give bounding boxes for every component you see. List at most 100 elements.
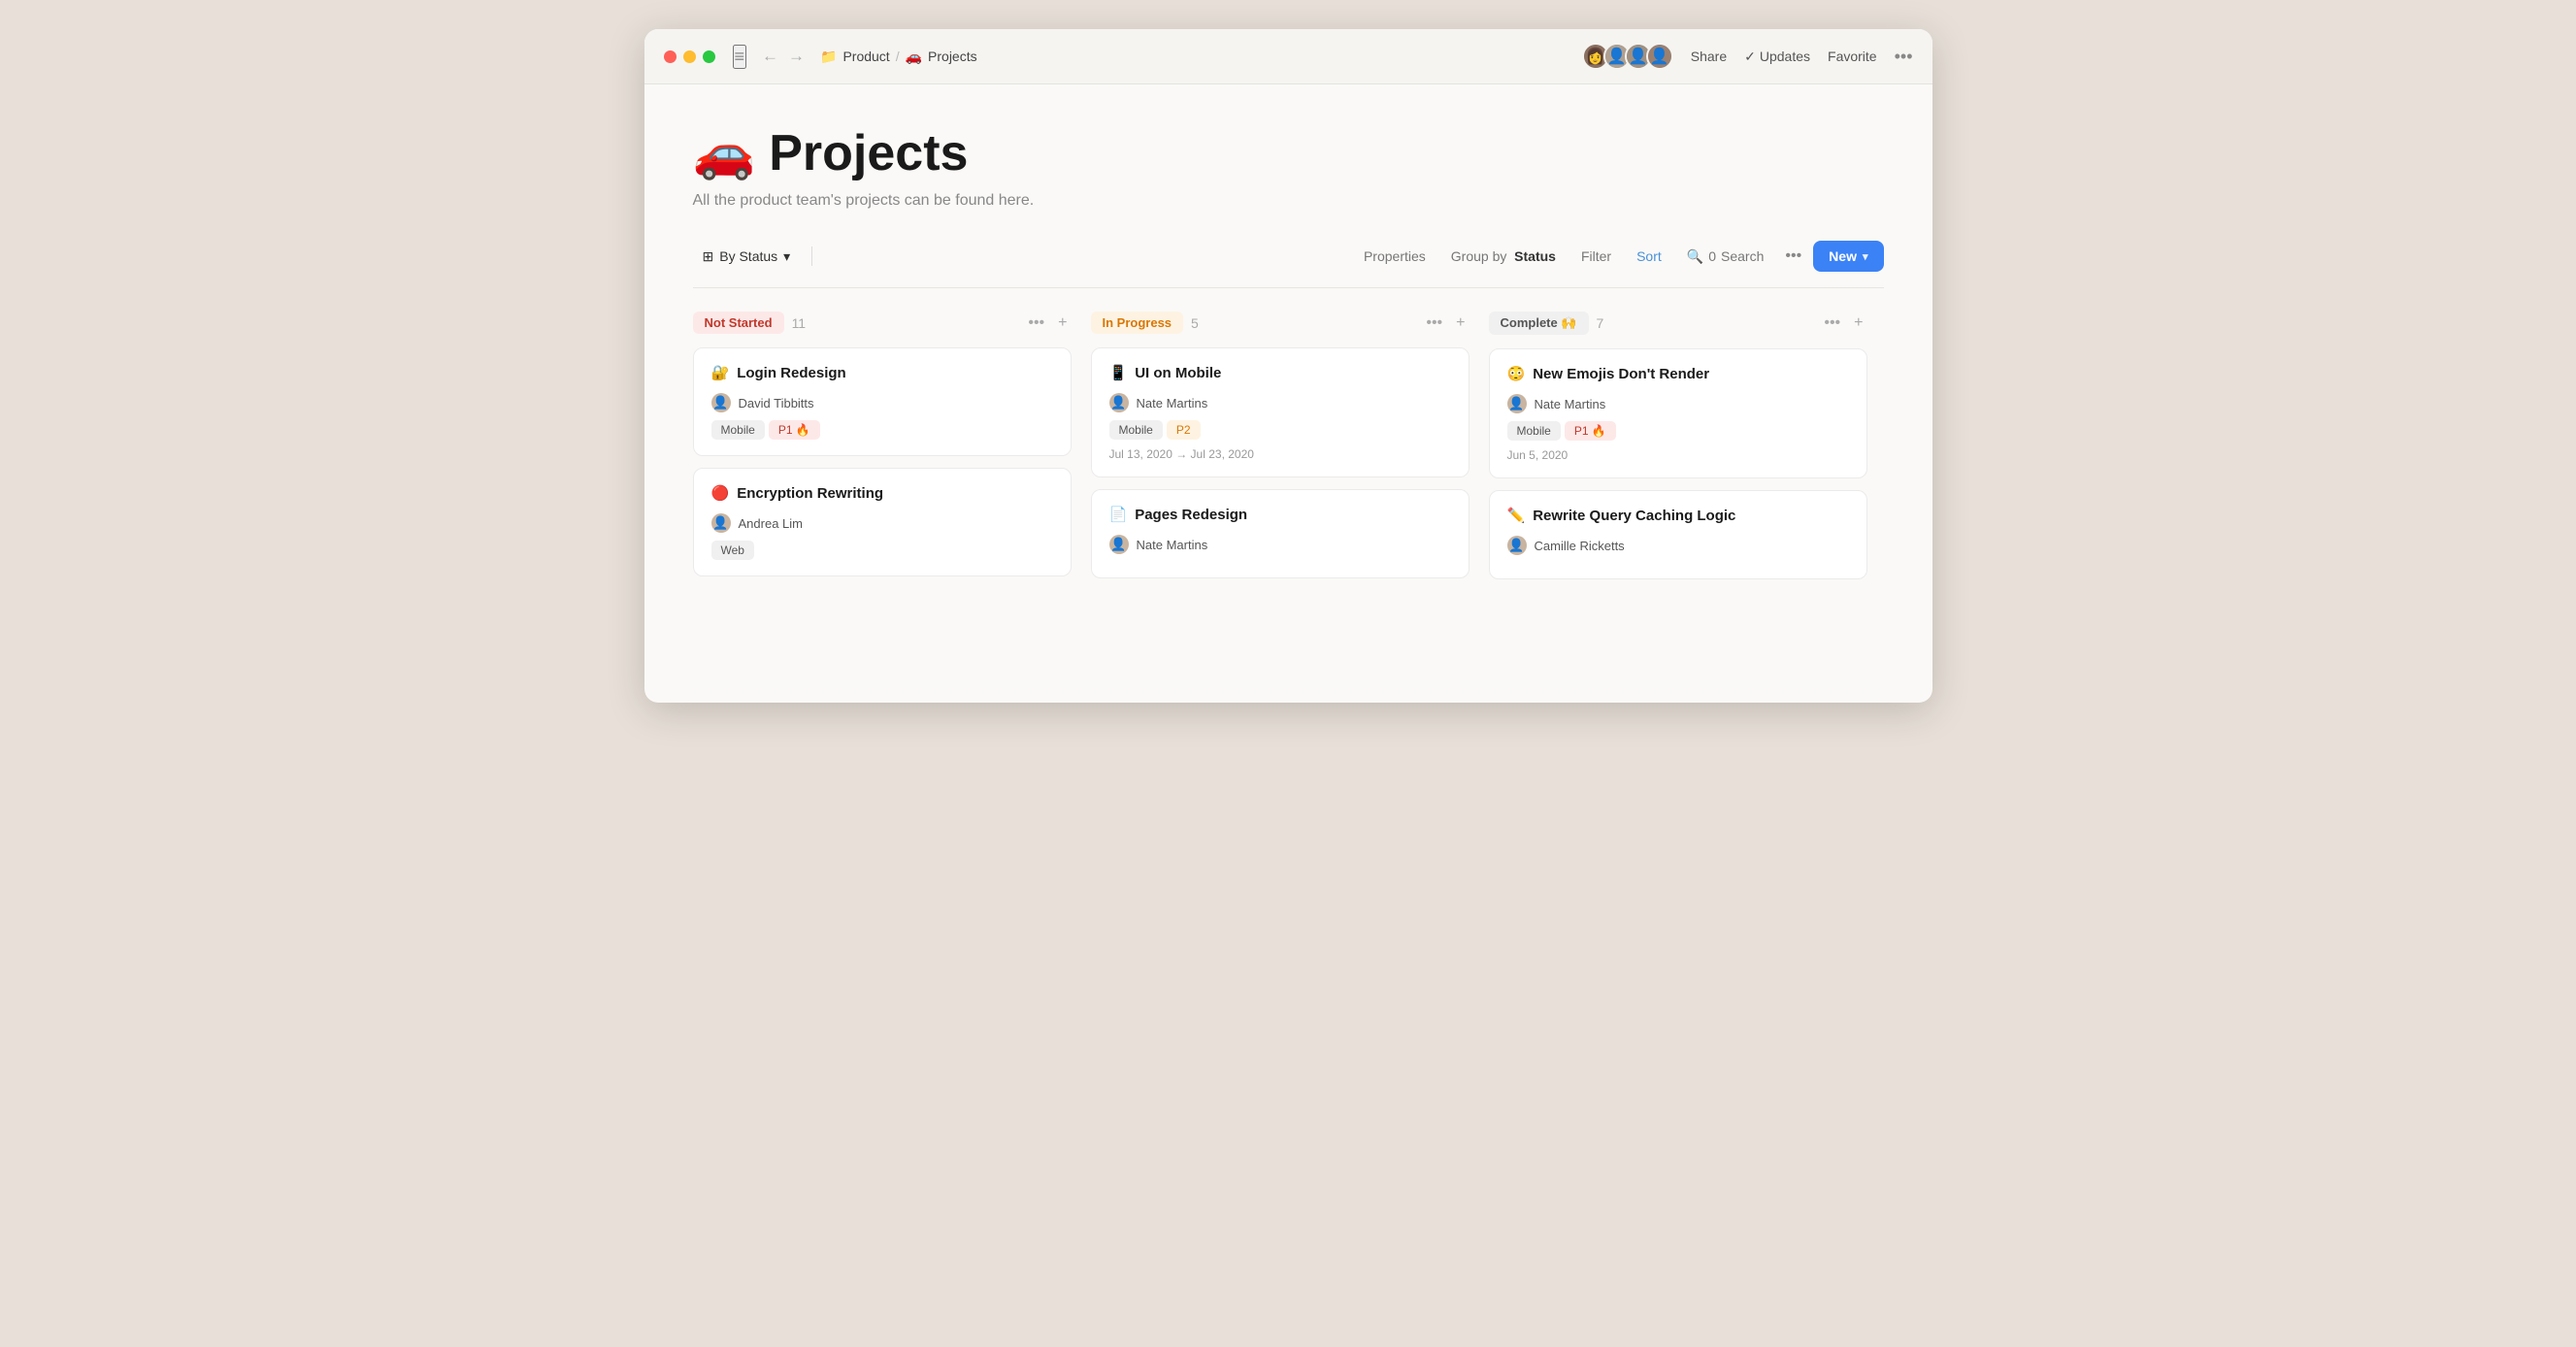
card-icon: 😳: [1507, 365, 1526, 382]
properties-button[interactable]: Properties: [1354, 243, 1436, 270]
search-icon: 🔍: [1687, 248, 1703, 265]
sort-label: Sort: [1636, 248, 1662, 264]
column-header-in-progress: In Progress 5 ••• +: [1091, 312, 1470, 334]
forward-button[interactable]: →: [786, 47, 807, 66]
column-more-button-not-started[interactable]: •••: [1024, 312, 1048, 334]
new-button-chevron: ▾: [1863, 250, 1868, 263]
board: Not Started 11 ••• + 🔐 Login Redesign 👤 …: [693, 312, 1884, 591]
chevron-down-icon: ▾: [783, 248, 790, 265]
card-icon: 🔴: [711, 484, 730, 502]
sort-button[interactable]: Sort: [1627, 243, 1671, 270]
card-date: Jul 13, 2020 → Jul 23, 2020: [1109, 447, 1451, 461]
column-count-in-progress: 5: [1191, 315, 1199, 331]
card-date: Jun 5, 2020: [1507, 448, 1849, 462]
column-actions-complete: ••• +: [1820, 312, 1866, 334]
card-avatar: 👤: [1507, 394, 1527, 413]
card-in-progress-1[interactable]: 📄 Pages Redesign 👤 Nate Martins: [1091, 489, 1470, 578]
more-options-button[interactable]: •••: [1895, 47, 1913, 67]
traffic-lights: [664, 50, 715, 63]
card-meta: 👤 Nate Martins: [1109, 393, 1451, 412]
column-add-button-complete[interactable]: +: [1850, 312, 1866, 334]
card-title-text: Rewrite Query Caching Logic: [1533, 508, 1735, 524]
search-button[interactable]: 🔍 0 Search: [1677, 243, 1774, 271]
share-button[interactable]: Share: [1691, 49, 1727, 64]
card-not-started-1[interactable]: 🔴 Encryption Rewriting 👤 Andrea Lim Web: [693, 468, 1072, 576]
card-not-started-0[interactable]: 🔐 Login Redesign 👤 David Tibbitts Mobile…: [693, 347, 1072, 456]
view-selector-icon: ⊞: [703, 248, 714, 265]
card-avatar: 👤: [1507, 536, 1527, 555]
tag: P1 🔥: [1565, 421, 1616, 441]
page-icon: 🚗: [693, 123, 756, 182]
breadcrumb-projects-label[interactable]: Projects: [928, 49, 977, 64]
group-by-button[interactable]: Group by Status: [1441, 243, 1566, 270]
card-meta: 👤 Camille Ricketts: [1507, 536, 1849, 555]
column-header-complete: Complete 🙌 7 ••• +: [1489, 312, 1867, 335]
page-subtitle: All the product team's projects can be f…: [693, 192, 1884, 210]
status-badge-in-progress: In Progress: [1091, 312, 1184, 334]
avatar-4: 👤: [1646, 43, 1673, 70]
column-add-button-in-progress[interactable]: +: [1452, 312, 1469, 334]
card-in-progress-0[interactable]: 📱 UI on Mobile 👤 Nate Martins MobileP2 J…: [1091, 347, 1470, 477]
column-count-not-started: 11: [792, 315, 807, 331]
card-complete-0[interactable]: 😳 New Emojis Don't Render 👤 Nate Martins…: [1489, 348, 1867, 478]
back-button[interactable]: ←: [760, 47, 780, 66]
card-title: ✏️ Rewrite Query Caching Logic: [1507, 507, 1736, 524]
close-button[interactable]: [664, 50, 677, 63]
titlebar-right: 👩 👤 👤 👤 Share ✓ Updates Favor: [1582, 43, 1913, 70]
view-selector-label: By Status: [719, 248, 777, 264]
view-selector-button[interactable]: ⊞ By Status ▾: [693, 243, 801, 271]
card-avatar: 👤: [1109, 535, 1129, 554]
tag: Web: [711, 541, 754, 560]
column-more-button-in-progress[interactable]: •••: [1422, 312, 1446, 334]
card-title: 🔐 Login Redesign: [711, 364, 846, 381]
column-in-progress: In Progress 5 ••• + 📱 UI on Mobile 👤 Nat…: [1091, 312, 1470, 591]
filter-button[interactable]: Filter: [1571, 243, 1621, 270]
card-title: 😳 New Emojis Don't Render: [1507, 365, 1710, 382]
maximize-button[interactable]: [703, 50, 715, 63]
column-actions-in-progress: ••• +: [1422, 312, 1469, 334]
card-header-row: ✏️ Rewrite Query Caching Logic •••: [1507, 507, 1849, 536]
card-person: Nate Martins: [1137, 396, 1208, 411]
card-tags: MobileP1 🔥: [1507, 421, 1849, 441]
nav-arrows: ← →: [760, 47, 807, 66]
column-not-started: Not Started 11 ••• + 🔐 Login Redesign 👤 …: [693, 312, 1072, 591]
updates-label: Updates: [1760, 49, 1810, 64]
card-tags: MobileP2: [1109, 420, 1451, 440]
column-complete: Complete 🙌 7 ••• + 😳 New Emojis Don't Re…: [1489, 312, 1867, 591]
minimize-button[interactable]: [683, 50, 696, 63]
page-title-text: Projects: [769, 124, 968, 182]
breadcrumb-product-label[interactable]: Product: [842, 49, 889, 64]
card-header-row: 🔴 Encryption Rewriting: [711, 484, 1053, 513]
new-button[interactable]: New ▾: [1813, 241, 1883, 272]
tag: P1 🔥: [769, 420, 820, 440]
card-title-text: Encryption Rewriting: [737, 485, 883, 502]
card-title-text: UI on Mobile: [1135, 365, 1221, 381]
breadcrumb-separator: /: [896, 49, 900, 64]
tag: P2: [1167, 420, 1201, 440]
group-by-prefix: Group by: [1451, 248, 1507, 264]
column-header-not-started: Not Started 11 ••• +: [693, 312, 1072, 334]
menu-button[interactable]: ≡: [733, 45, 747, 69]
toolbar-more-button[interactable]: •••: [1779, 244, 1807, 269]
card-title-text: Login Redesign: [737, 365, 846, 381]
favorite-button[interactable]: Favorite: [1828, 49, 1877, 64]
toolbar-divider: [811, 246, 812, 266]
search-label: Search: [1721, 248, 1764, 264]
card-title: 📄 Pages Redesign: [1109, 506, 1248, 523]
toolbar-left: ⊞ By Status ▾: [693, 243, 801, 271]
status-badge-not-started: Not Started: [693, 312, 784, 334]
column-add-button-not-started[interactable]: +: [1054, 312, 1071, 334]
share-label: Share: [1691, 49, 1727, 64]
toolbar-right: Properties Group by Status Filter Sort 🔍…: [1354, 241, 1884, 272]
column-more-button-complete[interactable]: •••: [1820, 312, 1844, 334]
breadcrumb-product-icon: 📁: [820, 49, 837, 65]
card-person: David Tibbitts: [739, 396, 814, 411]
card-meta: 👤 David Tibbitts: [711, 393, 1053, 412]
breadcrumb-projects-icon: 🚗: [906, 49, 922, 65]
card-title-text: Pages Redesign: [1135, 507, 1247, 523]
column-count-complete: 7: [1597, 315, 1604, 331]
card-person: Camille Ricketts: [1535, 539, 1625, 553]
card-complete-1[interactable]: ✏️ Rewrite Query Caching Logic ••• 👤 Cam…: [1489, 490, 1867, 579]
updates-button[interactable]: ✓ Updates: [1744, 49, 1810, 65]
search-count: 0: [1708, 248, 1716, 264]
